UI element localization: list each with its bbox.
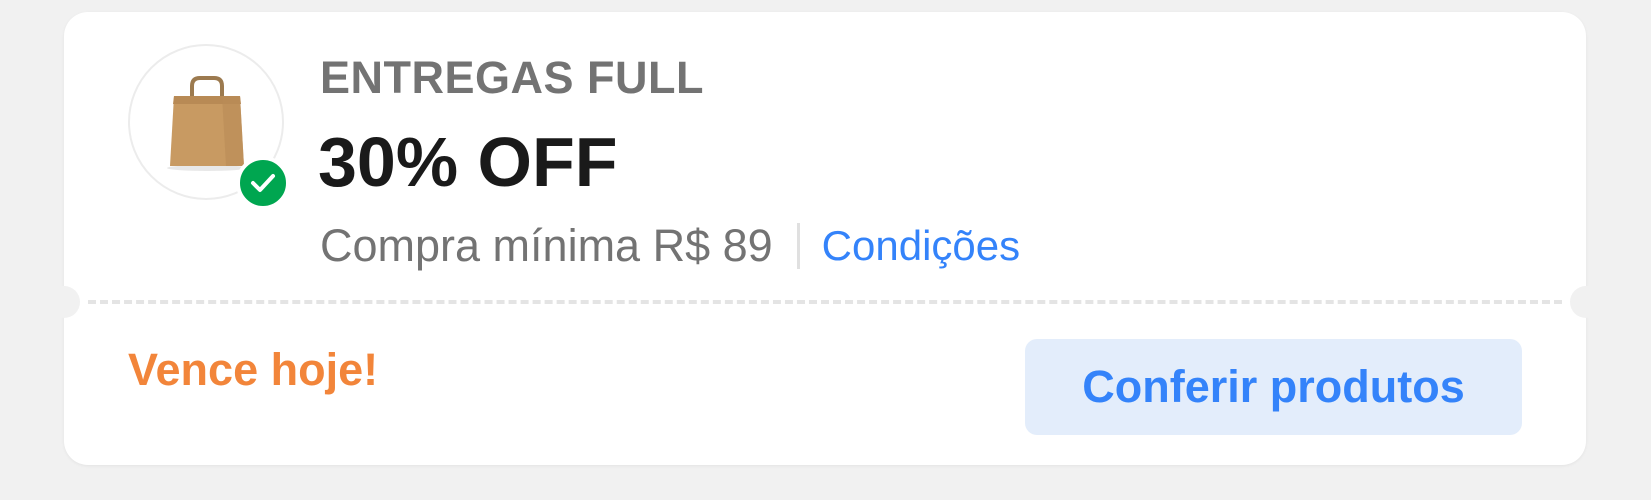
discount-title: 30% OFF — [318, 123, 618, 201]
ticket-notch-left — [48, 286, 80, 318]
paper-bag-icon — [167, 76, 247, 171]
coupon-card: ENTREGAS FULL 30% OFF Compra mínima R$ 8… — [48, 12, 1602, 465]
vertical-separator — [796, 223, 800, 269]
expiry-label: Vence hoje! — [128, 344, 379, 395]
minimum-purchase-text: Compra mínima R$ 89 — [320, 220, 773, 271]
perforated-divider — [88, 300, 1562, 304]
coupon-terms: Compra mínima R$ 89 Condições — [320, 220, 1020, 272]
check-products-button[interactable]: Conferir produtos — [1025, 339, 1522, 435]
conditions-link[interactable]: Condições — [822, 222, 1020, 270]
check-icon — [251, 174, 275, 192]
verified-badge — [236, 156, 290, 210]
coupon-category: ENTREGAS FULL — [320, 52, 704, 103]
ticket-notch-right — [1570, 286, 1602, 318]
